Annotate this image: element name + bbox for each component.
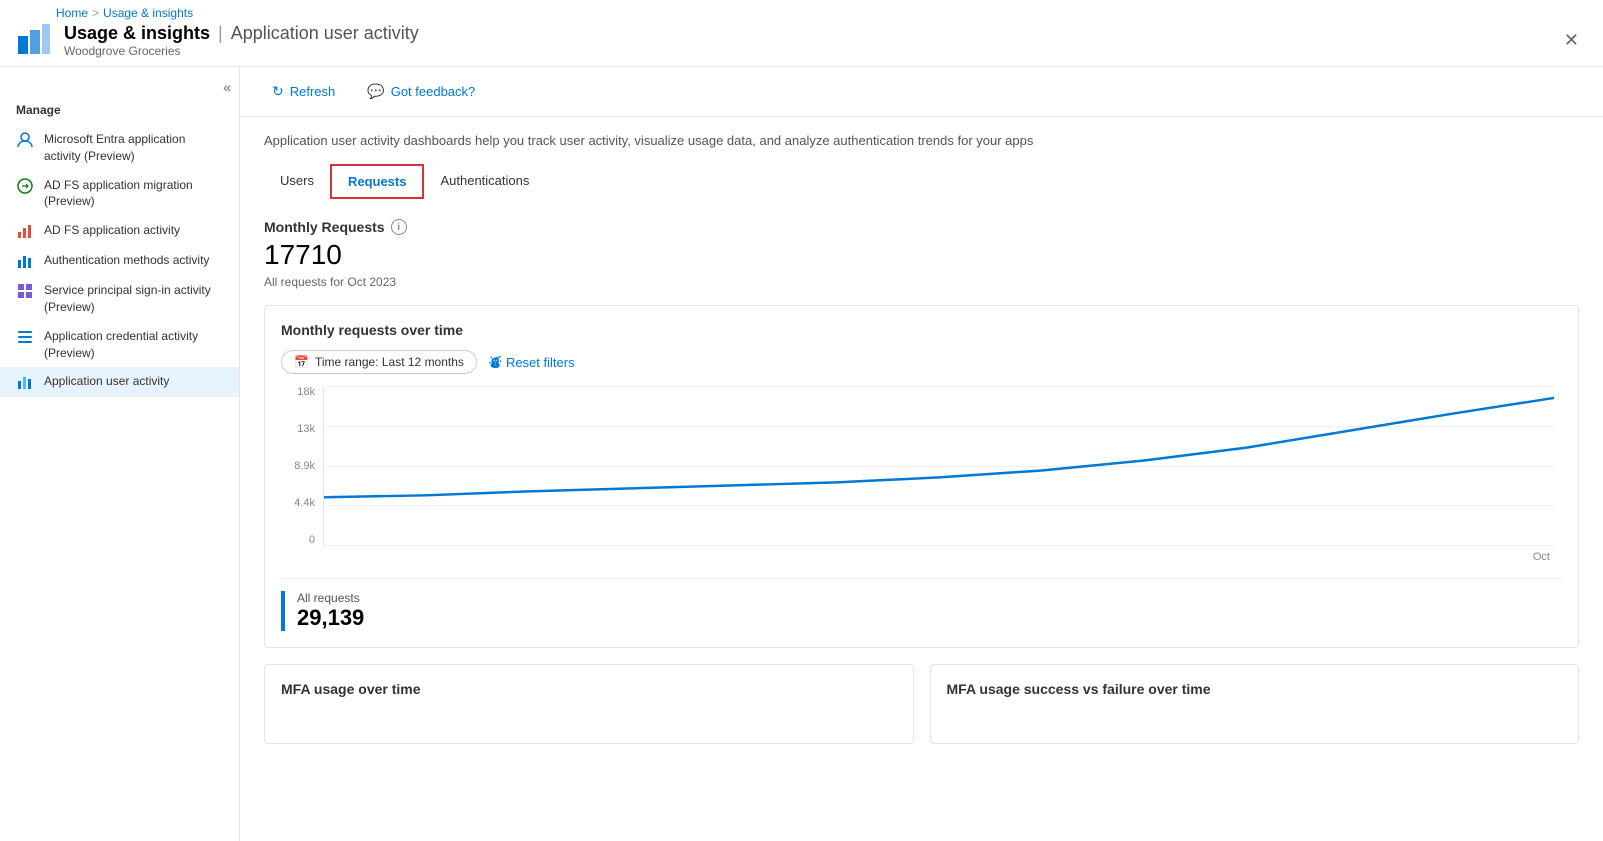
migrate-icon — [16, 177, 34, 195]
user-chart-icon — [16, 373, 34, 391]
mfa-usage-title: MFA usage over time — [281, 681, 897, 697]
page-subtitle: Application user activity — [231, 23, 419, 44]
y-label-13k: 13k — [281, 423, 319, 435]
sidebar-item-label: Application credential activity (Preview… — [44, 328, 223, 362]
sidebar-collapse-btn[interactable]: « — [223, 79, 231, 95]
y-label-4.4k: 4.4k — [281, 497, 319, 509]
y-label-0: 0 — [281, 534, 319, 546]
info-icon[interactable]: i — [391, 219, 407, 235]
chart-icon — [16, 252, 34, 270]
chart-x-label: Oct — [1533, 551, 1550, 563]
legend-value: 29,139 — [297, 605, 364, 631]
bottom-panels: MFA usage over time MFA usage success vs… — [264, 664, 1579, 744]
legend-text: All requests 29,139 — [297, 591, 364, 631]
page-description: Application user activity dashboards hel… — [264, 133, 1579, 148]
reset-filters-button[interactable]: ⛇ Reset filters — [489, 353, 575, 372]
stats-area: Monthly Requests i 17710 All requests fo… — [264, 219, 1579, 289]
y-label-8.9k: 8.9k — [281, 460, 319, 472]
sidebar-item-app-user[interactable]: Application user activity — [0, 367, 239, 397]
toolbar: ↻ Refresh 💬 Got feedback? — [240, 67, 1603, 117]
list-icon — [16, 328, 34, 346]
sidebar-item-auth-methods[interactable]: Authentication methods activity — [0, 246, 239, 276]
breadcrumb-current: Usage & insights — [103, 6, 193, 20]
tabs-container: Users Requests Authentications — [264, 164, 1579, 199]
sidebar-item-label: Application user activity — [44, 373, 169, 390]
feedback-icon: 💬 — [367, 83, 384, 100]
mfa-usage-panel: MFA usage over time — [264, 664, 914, 744]
breadcrumb-separator: > — [92, 6, 99, 20]
legend-bar — [281, 591, 285, 631]
legend-label: All requests — [297, 591, 364, 605]
sidebar-section-manage: Manage — [0, 99, 239, 125]
tab-authentications[interactable]: Authentications — [424, 164, 545, 199]
main-content: ↻ Refresh 💬 Got feedback? Application us… — [240, 67, 1603, 841]
sidebar-item-adfs-activity[interactable]: AD FS application activity — [0, 216, 239, 246]
chart-legend: All requests 29,139 — [281, 578, 1562, 631]
breadcrumb-home[interactable]: Home — [56, 6, 88, 20]
sidebar: « Manage Microsoft Entra application act… — [0, 67, 240, 841]
tab-users[interactable]: Users — [264, 164, 330, 199]
mfa-success-failure-panel: MFA usage success vs failure over time — [930, 664, 1580, 744]
title-separator: | — [218, 23, 223, 44]
close-button[interactable]: ✕ — [1556, 26, 1587, 55]
y-label-18k: 18k — [281, 386, 319, 398]
chart-y-labels: 18k 13k 8.9k 4.4k 0 — [281, 386, 319, 546]
stat-title: Monthly Requests i — [264, 219, 1579, 235]
chart-area: 18k 13k 8.9k 4.4k 0 — [281, 386, 1562, 566]
chart-filters: 📅 Time range: Last 12 months ⛇ Reset fil… — [281, 350, 1562, 374]
filter-icon: ⛇ — [489, 353, 502, 372]
activity-icon — [16, 222, 34, 240]
line-chart-svg — [324, 386, 1554, 545]
chart-section: Monthly requests over time 📅 Time range:… — [264, 305, 1579, 648]
sidebar-item-sp-signin[interactable]: Service principal sign-in activity (Prev… — [0, 276, 239, 322]
app-logo — [16, 22, 52, 58]
org-name: Woodgrove Groceries — [64, 44, 419, 58]
sidebar-item-label: AD FS application activity — [44, 222, 180, 239]
sidebar-item-label: Service principal sign-in activity (Prev… — [44, 282, 223, 316]
stat-subtitle: All requests for Oct 2023 — [264, 275, 1579, 289]
chart-plot-area: Oct — [323, 386, 1554, 546]
sidebar-item-entra-activity[interactable]: Microsoft Entra application activity (Pr… — [0, 125, 239, 171]
person-icon — [16, 131, 34, 149]
feedback-button[interactable]: 💬 Got feedback? — [359, 79, 483, 104]
grid-icon — [16, 282, 34, 300]
tab-requests[interactable]: Requests — [330, 164, 425, 199]
time-range-filter[interactable]: 📅 Time range: Last 12 months — [281, 350, 477, 374]
page-title: Usage & insights — [64, 23, 210, 44]
sidebar-item-label: Microsoft Entra application activity (Pr… — [44, 131, 223, 165]
refresh-icon: ↻ — [272, 83, 284, 100]
sidebar-item-label: AD FS application migration (Preview) — [44, 177, 223, 211]
chart-title: Monthly requests over time — [281, 322, 1562, 338]
sidebar-item-app-credential[interactable]: Application credential activity (Preview… — [0, 322, 239, 368]
refresh-button[interactable]: ↻ Refresh — [264, 79, 343, 104]
sidebar-item-adfs-migration[interactable]: AD FS application migration (Preview) — [0, 171, 239, 217]
stat-number: 17710 — [264, 239, 1579, 271]
mfa-success-failure-title: MFA usage success vs failure over time — [947, 681, 1563, 697]
sidebar-item-label: Authentication methods activity — [44, 252, 209, 269]
calendar-icon: 📅 — [294, 355, 309, 369]
